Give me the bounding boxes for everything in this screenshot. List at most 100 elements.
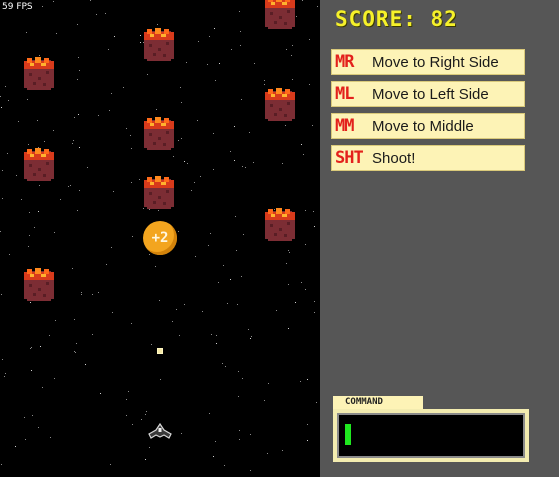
star [145, 459, 146, 460]
star [267, 453, 268, 454]
star [2, 170, 3, 171]
asteroid-icon [24, 148, 54, 181]
star [158, 210, 159, 211]
command-input-label: COMMAND [333, 396, 423, 409]
star [300, 381, 301, 382]
star [200, 176, 201, 177]
star [213, 169, 214, 170]
star [242, 166, 243, 167]
star [313, 211, 314, 212]
star [157, 24, 158, 25]
star [79, 190, 80, 191]
star [235, 216, 236, 217]
star [60, 199, 61, 200]
star [28, 246, 29, 247]
star [9, 254, 10, 255]
star [176, 309, 177, 310]
star [209, 413, 210, 414]
command-code: MR [335, 52, 354, 72]
star [236, 250, 237, 251]
star [5, 86, 6, 87]
star [126, 415, 127, 416]
star [92, 294, 93, 295]
star [30, 348, 31, 349]
command-input[interactable] [337, 413, 525, 458]
star [250, 434, 251, 435]
star [231, 49, 232, 50]
asteroid-icon [265, 88, 295, 121]
star [68, 186, 69, 187]
command-card-mm: MM Move to Middle [331, 113, 525, 139]
star [32, 415, 33, 416]
star [132, 236, 133, 237]
star [123, 87, 124, 88]
star [268, 383, 269, 384]
star [241, 276, 242, 277]
star [85, 364, 86, 365]
star [78, 57, 79, 58]
star [214, 28, 215, 29]
command-code: ML [335, 84, 354, 104]
star [40, 346, 41, 347]
star [305, 289, 306, 290]
star [56, 33, 57, 34]
star [149, 447, 150, 448]
star [307, 440, 308, 441]
command-code: MM [335, 116, 354, 136]
command-label: Shoot! [372, 149, 416, 167]
star [160, 379, 161, 380]
star [238, 396, 239, 397]
star [276, 310, 277, 311]
star [54, 378, 55, 379]
star [314, 226, 315, 227]
star [111, 93, 112, 94]
command-label: Move to Right Side [372, 53, 499, 71]
star [39, 185, 40, 186]
star [239, 11, 240, 12]
star [15, 446, 16, 447]
star [173, 156, 174, 157]
star [77, 210, 78, 211]
star [28, 144, 29, 145]
star [72, 268, 73, 269]
star [288, 284, 289, 285]
star [156, 109, 157, 110]
star [179, 335, 180, 336]
star [285, 125, 286, 126]
star [74, 351, 75, 352]
star [145, 414, 146, 415]
star [131, 182, 132, 183]
command-card-sht: SHT Shoot! [331, 145, 525, 171]
star [147, 74, 148, 75]
star [249, 132, 250, 133]
star [30, 302, 31, 303]
star [18, 121, 19, 122]
star [54, 232, 55, 233]
star [132, 424, 133, 425]
star [75, 352, 76, 353]
star [240, 31, 241, 32]
star [128, 391, 129, 392]
star [225, 366, 226, 367]
star [73, 140, 74, 141]
star [197, 120, 198, 121]
star [314, 301, 315, 302]
star [207, 64, 208, 65]
command-card-ml: ML Move to Left Side [331, 81, 525, 107]
star [31, 347, 32, 348]
star [314, 312, 315, 313]
star [16, 175, 17, 176]
star [184, 161, 185, 162]
star [112, 312, 113, 313]
side-panel: SCORE: 82 MR Move to Right Side ML Move … [320, 0, 559, 477]
star [38, 427, 39, 428]
star [253, 162, 254, 163]
star [302, 0, 303, 1]
star [186, 62, 187, 63]
star [98, 292, 99, 293]
star [126, 399, 127, 400]
spaceship-icon [148, 422, 172, 439]
star [307, 424, 308, 425]
star [181, 433, 182, 434]
star [292, 45, 293, 46]
